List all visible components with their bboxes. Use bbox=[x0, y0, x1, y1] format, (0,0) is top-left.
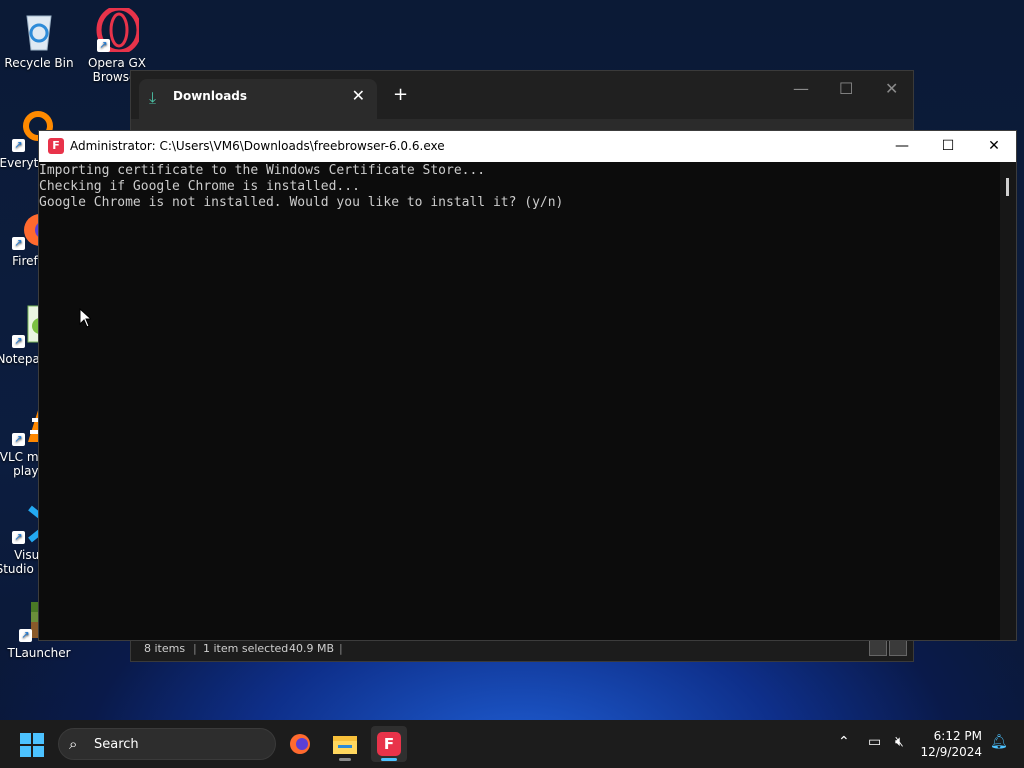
console-output[interactable]: Importing certificate to the Windows Cer… bbox=[39, 162, 1000, 640]
details-view-icon[interactable] bbox=[869, 640, 887, 656]
tab-title: Downloads bbox=[173, 89, 248, 103]
console-scrollbar[interactable] bbox=[1000, 162, 1016, 640]
close-tab-icon[interactable]: ✕ bbox=[352, 86, 365, 105]
start-button[interactable] bbox=[20, 733, 44, 757]
network-icon[interactable]: ▭ bbox=[868, 734, 881, 750]
shortcut-arrow-icon: ↗ bbox=[12, 433, 25, 446]
status-item-count: 8 items bbox=[144, 642, 186, 655]
desktop-icon-recycle-bin[interactable]: Recycle Bin bbox=[1, 8, 77, 70]
freebrowser-icon: F bbox=[48, 138, 64, 154]
shortcut-arrow-icon: ↗ bbox=[12, 237, 25, 250]
status-size: 40.9 MB bbox=[289, 642, 335, 655]
console-line: Importing certificate to the Windows Cer… bbox=[39, 163, 486, 178]
console-line: Google Chrome is not installed. Would yo… bbox=[39, 195, 564, 210]
file-explorer-icon bbox=[333, 736, 357, 754]
chevron-up-icon[interactable]: ⌃ bbox=[838, 734, 850, 750]
shortcut-arrow-icon: ↗ bbox=[19, 629, 32, 642]
running-indicator bbox=[339, 758, 351, 761]
taskbar: ⌕ Search F ⌃ ▭ 🔇︎ 6:12 PM 12/9/2024 🔔︎ bbox=[0, 720, 1024, 768]
running-indicator bbox=[381, 758, 397, 761]
notification-bell-icon[interactable]: 🔔︎ bbox=[990, 734, 1008, 750]
shortcut-arrow-icon: ↗ bbox=[12, 335, 25, 348]
console-title-bar[interactable]: F Administrator: C:\Users\VM6\Downloads\… bbox=[39, 131, 1016, 162]
download-icon: ⤓ bbox=[149, 88, 157, 107]
window-title: Administrator: C:\Users\VM6\Downloads\fr… bbox=[70, 139, 445, 153]
close-button[interactable]: ✕ bbox=[971, 131, 1017, 162]
minimize-button[interactable]: — bbox=[793, 79, 809, 98]
tiles-view-icon[interactable] bbox=[889, 640, 907, 656]
explorer-tab-bar: ⤓ Downloads ✕ + — ☐ ✕ bbox=[131, 71, 913, 119]
status-selected: 1 item selected bbox=[203, 642, 289, 655]
taskbar-search-box[interactable]: ⌕ Search bbox=[58, 728, 276, 760]
shortcut-arrow-icon: ↗ bbox=[97, 39, 110, 52]
recycle-bin-icon bbox=[17, 8, 61, 52]
search-icon: ⌕ bbox=[69, 735, 78, 753]
shortcut-arrow-icon: ↗ bbox=[12, 531, 25, 544]
taskbar-app-firefox[interactable] bbox=[282, 726, 318, 762]
new-tab-button[interactable]: + bbox=[393, 84, 408, 105]
minimize-button[interactable]: — bbox=[879, 131, 925, 162]
clock-date: 12/9/2024 bbox=[920, 745, 982, 759]
scroll-thumb[interactable] bbox=[1006, 178, 1009, 196]
firefox-icon bbox=[290, 734, 310, 754]
tab-downloads[interactable]: ⤓ Downloads ✕ bbox=[139, 79, 377, 119]
volume-muted-icon[interactable]: 🔇︎ bbox=[895, 734, 904, 750]
taskbar-app-file-explorer[interactable] bbox=[327, 726, 363, 762]
mouse-cursor-icon bbox=[79, 308, 91, 328]
shortcut-arrow-icon: ↗ bbox=[12, 139, 25, 152]
taskbar-app-freebrowser[interactable]: F bbox=[371, 726, 407, 762]
taskbar-clock[interactable]: 6:12 PM 12/9/2024 bbox=[920, 728, 982, 760]
clock-time: 6:12 PM bbox=[933, 729, 982, 743]
console-line: Checking if Google Chrome is installed..… bbox=[39, 179, 360, 194]
maximize-button[interactable]: ☐ bbox=[925, 131, 971, 162]
search-label: Search bbox=[94, 737, 139, 752]
freebrowser-icon: F bbox=[377, 732, 401, 756]
maximize-button[interactable]: ☐ bbox=[839, 79, 853, 98]
opera-gx-icon: ↗ bbox=[95, 5, 142, 55]
console-window[interactable]: F Administrator: C:\Users\VM6\Downloads\… bbox=[38, 130, 1017, 641]
close-button[interactable]: ✕ bbox=[885, 79, 898, 98]
